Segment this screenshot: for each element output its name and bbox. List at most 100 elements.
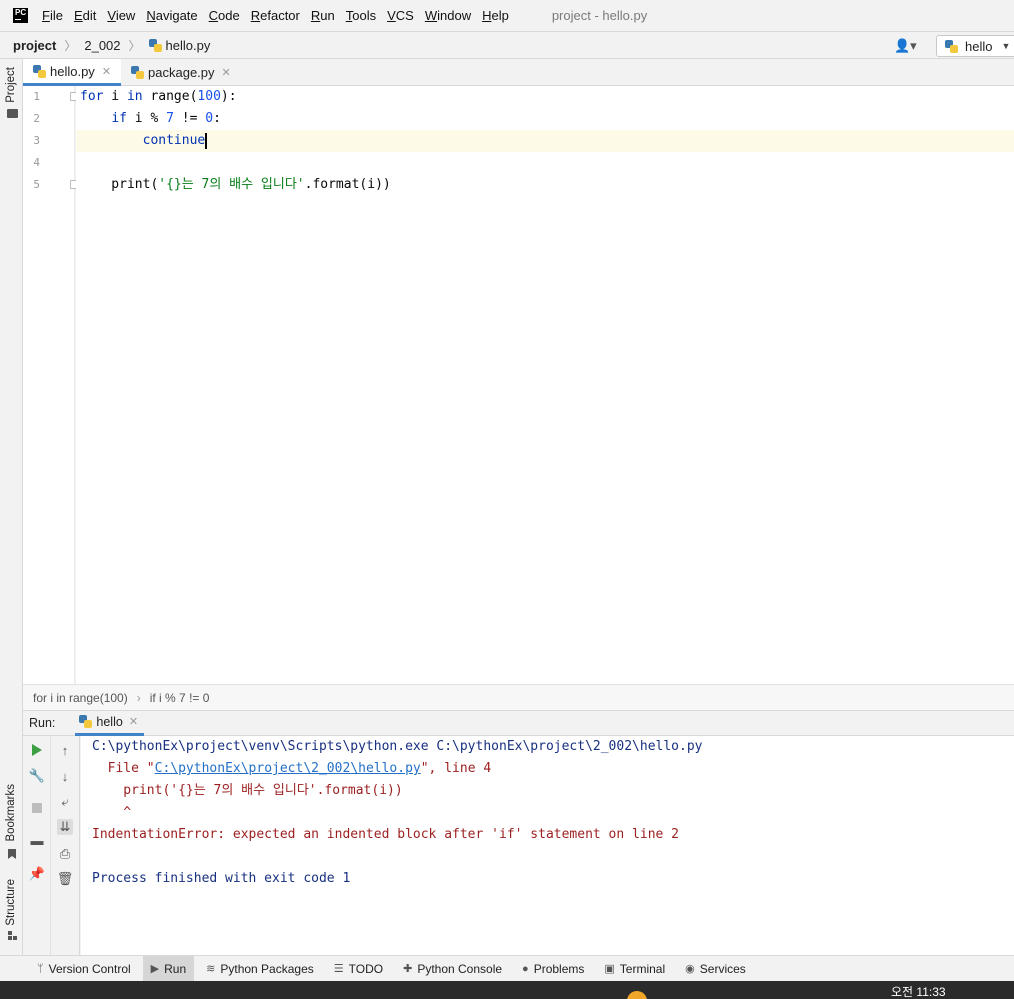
python-file-icon: [131, 66, 145, 79]
run-tool[interactable]: ▶ Run: [142, 955, 195, 982]
trash-icon[interactable]: 🗑: [57, 871, 74, 887]
menu-file[interactable]: File: [42, 8, 63, 23]
code-line-2: if i % 7 != 0:: [111, 111, 221, 126]
code-line-5: print('{}는 7의 배수 입니다'.format(i)): [80, 177, 391, 192]
file-link[interactable]: C:\pythonEx\project\2_002\hello.py: [155, 761, 421, 776]
navigation-bar: project 〉 2_002 〉 hello.py 👤▾ hello ▼: [0, 31, 1014, 59]
chevron-down-icon: ▼: [1001, 41, 1011, 51]
console-error-message: IndentationError: expected an indented b…: [92, 827, 679, 842]
stop-icon: [32, 803, 42, 813]
close-icon[interactable]: ✕: [102, 65, 111, 78]
print-icon[interactable]: ⎙: [57, 846, 73, 862]
tab-package-py[interactable]: package.py ✕: [121, 59, 241, 86]
version-control-tool[interactable]: ᛘ Version Control: [29, 956, 139, 982]
console-traceback-code: print('{}는 7의 배수 입니다'.format(i)): [92, 783, 403, 798]
python-icon: ✚: [403, 963, 413, 975]
crumb-project[interactable]: project: [13, 38, 56, 53]
crumb-file[interactable]: hello.py: [148, 38, 210, 53]
current-line-highlight: [76, 130, 1014, 152]
layers-icon: ≋: [206, 963, 216, 975]
python-packages-tool[interactable]: ≋ Python Packages: [198, 956, 322, 982]
play-icon: [32, 744, 42, 756]
pin-icon[interactable]: 📌: [29, 866, 45, 882]
arrow-up-icon[interactable]: ↑: [57, 742, 73, 758]
run-tab-hello[interactable]: hello ✕: [75, 711, 145, 736]
problems-tool[interactable]: ● Problems: [514, 956, 592, 982]
code-editor[interactable]: for i in range(100): if i % 7 != 0: cont…: [76, 86, 1014, 684]
taskbar-clock[interactable]: 오전 11:33: [891, 983, 946, 999]
line-number: 3: [33, 134, 40, 147]
arrow-down-icon[interactable]: ↓: [57, 768, 73, 784]
structure-tool-tab[interactable]: Structure: [5, 879, 17, 926]
stop-button[interactable]: [29, 800, 45, 816]
code-line-1: for i in range(100):: [80, 89, 237, 104]
run-console-output[interactable]: C:\pythonEx\project\venv\Scripts\python.…: [81, 736, 1014, 955]
bookmarks-tool-tab[interactable]: Bookmarks: [5, 784, 17, 842]
menu-view[interactable]: View: [107, 8, 135, 23]
rerun-button[interactable]: [29, 742, 45, 758]
folder-icon: [7, 109, 18, 118]
crumb-folder[interactable]: 2_002: [84, 38, 120, 53]
run-icon: ▶: [150, 963, 160, 975]
user-icon[interactable]: 👤▾: [894, 38, 917, 54]
list-icon: ☰: [333, 963, 344, 975]
menu-help[interactable]: Help: [482, 8, 509, 23]
menu-navigate[interactable]: Navigate: [146, 8, 197, 23]
menu-tools[interactable]: Tools: [346, 8, 376, 23]
terminal-tool[interactable]: ▣ Terminal: [596, 956, 673, 982]
menu-code[interactable]: Code: [209, 8, 240, 23]
window-title: project - hello.py: [551, 8, 648, 23]
python-icon: [79, 715, 93, 728]
close-icon[interactable]: ✕: [222, 66, 231, 79]
os-taskbar: 오전 11:33: [0, 981, 1014, 999]
menu-window[interactable]: Window: [425, 8, 471, 23]
menu-refactor[interactable]: Refactor: [251, 8, 300, 23]
python-icon: [945, 39, 958, 53]
run-panel-header: Run: hello ✕: [23, 710, 1014, 736]
run-toolbar-secondary: ↑ ↓ ⤶ ⇊ ⎙ 🗑: [51, 736, 80, 955]
menu-edit[interactable]: Edit: [74, 8, 96, 23]
run-label: Run:: [29, 716, 56, 730]
pycharm-logo: PC: [13, 8, 28, 23]
python-file-icon: [33, 64, 46, 78]
python-console-tool[interactable]: ✚ Python Console: [395, 956, 510, 982]
bookmark-icon: [8, 849, 16, 859]
left-tool-strip: Project Bookmarks Structure: [0, 59, 23, 957]
structure-icon: [8, 931, 17, 940]
menu-vcs[interactable]: VCS: [387, 8, 414, 23]
soft-wrap-icon[interactable]: ⤶: [57, 794, 73, 810]
services-tool[interactable]: ◉ Services: [677, 956, 754, 982]
layout-icon[interactable]: ▬: [29, 832, 45, 848]
weather-icon[interactable]: [627, 991, 647, 999]
scroll-to-end-icon[interactable]: ⇊: [57, 819, 73, 835]
code-line-3: continue: [142, 132, 208, 149]
crumb-separator-icon: 〉: [64, 38, 77, 53]
console-exit-message: Process finished with exit code 1: [92, 871, 351, 886]
close-icon[interactable]: ✕: [129, 715, 138, 728]
python-file-icon: [148, 38, 162, 52]
project-tool-tab[interactable]: Project: [5, 67, 17, 103]
wrench-icon[interactable]: 🔧: [29, 768, 45, 784]
run-toolbar-primary: 🔧 ▬ 📌: [23, 736, 51, 955]
problems-icon: ●: [522, 962, 529, 975]
console-command-line: C:\pythonEx\project\venv\Scripts\python.…: [92, 739, 703, 754]
todo-tool[interactable]: ☰ TODO: [326, 956, 391, 982]
console-traceback-file: File "C:\pythonEx\project\2_002\hello.py…: [92, 761, 492, 776]
tab-hello-py[interactable]: hello.py ✕: [23, 59, 122, 86]
run-config-dropdown[interactable]: hello ▼: [936, 35, 1014, 57]
menu-run[interactable]: Run: [311, 8, 335, 23]
code-crumb-if[interactable]: if i % 7 != 0: [150, 691, 210, 705]
editor-tab-bar: hello.py ✕ package.py ✕: [23, 59, 1014, 86]
line-number: 5: [33, 178, 40, 191]
console-traceback-caret: ^: [92, 805, 132, 820]
terminal-icon: ▣: [604, 963, 615, 975]
code-breadcrumb-bar: for i in range(100) › if i % 7 != 0: [23, 684, 1014, 710]
line-number-gutter: 1 2 3 4 5: [23, 86, 78, 684]
line-number: 4: [33, 156, 40, 169]
line-number: 2: [33, 112, 40, 125]
code-crumb-for[interactable]: for i in range(100): [33, 691, 128, 705]
crumb-separator-icon: 〉: [128, 38, 141, 53]
menu-bar: PC File Edit View Navigate Code Refactor…: [0, 0, 1014, 31]
line-number: 1: [33, 90, 40, 103]
services-icon: ◉: [685, 963, 695, 975]
